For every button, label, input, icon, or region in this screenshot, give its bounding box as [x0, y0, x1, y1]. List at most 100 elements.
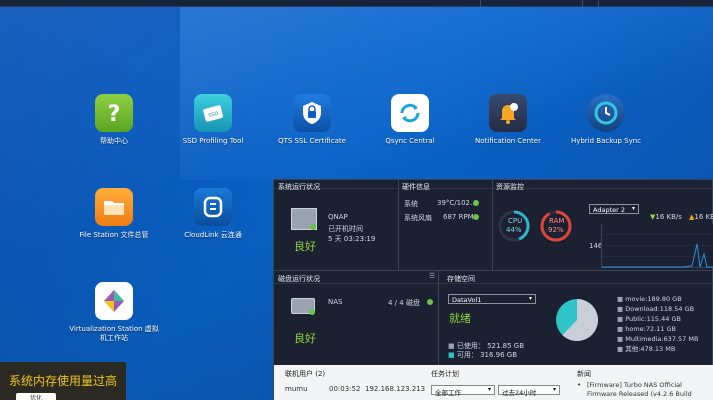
app-help-center[interactable]: ? 帮助中心: [66, 94, 162, 146]
top-taskbar: [0, 0, 713, 7]
legend-value: 478.13 MB: [640, 345, 676, 353]
svg-text:?: ?: [108, 102, 121, 127]
storage-legend-item: ■ 其他:478.13 MB: [617, 344, 698, 354]
legend-swatch: ■: [617, 335, 626, 343]
uptime-value: 5 天 03:23:19: [328, 235, 376, 243]
network-chart: [601, 224, 713, 268]
cpu-value: 44%: [506, 226, 522, 234]
system-status-value: 良好: [294, 240, 316, 253]
download-speed-value: 16 KB/s: [655, 213, 682, 221]
app-label: Virtualization Station 虚拟机工作站: [69, 325, 159, 342]
storage-legend-item: ■ Public:115.44 GB: [617, 314, 698, 324]
app-cloudlink[interactable]: CloudLink 云连通: [165, 188, 261, 240]
divider: [274, 270, 713, 271]
legend-swatch: ■: [617, 295, 626, 303]
app-qsync-central[interactable]: Qsync Central: [362, 94, 458, 146]
legend-name: movie:: [625, 295, 648, 303]
task-filter-select[interactable]: 全部工作: [431, 385, 495, 397]
taskbar-divider: [598, 0, 599, 7]
virtualization-station-icon: [95, 282, 133, 320]
hardware-title: 硬件信息: [402, 183, 430, 191]
uptime-label: 已开机时间: [328, 225, 363, 233]
app-label: QTS SSL Certificate: [278, 137, 346, 145]
legend-value: 115.44 GB: [646, 315, 681, 323]
storage-legend-item: ■ Download:118.54 GB: [617, 304, 698, 314]
list-icon[interactable]: ☰: [429, 272, 435, 280]
ok-check-icon: [310, 224, 316, 230]
system-status-title: 系统运行状况: [278, 183, 320, 191]
legend-swatch: ■: [617, 345, 626, 353]
news-item[interactable]: [Firmware] Turbo NAS Official Firmware R…: [587, 381, 707, 399]
storage-legend: ■ movie:189.80 GB ■ Download:118.54 GB ■ P…: [617, 294, 698, 354]
news-bullet: •: [577, 381, 582, 389]
used-label: 已使用：: [456, 342, 485, 350]
free-space: ■ 可用： 316.96 GB: [448, 351, 518, 359]
cloudlink-icon: [194, 188, 232, 226]
ok-check-icon: [473, 200, 479, 206]
app-virtualization-station[interactable]: Virtualization Station 虚拟机工作站: [66, 282, 162, 343]
download-speed: ▼16 KB/s: [650, 213, 682, 221]
ram-value: 92%: [548, 226, 564, 234]
disk-name: NAS: [328, 298, 343, 306]
news-title: 新闻: [577, 370, 591, 378]
cpu-label: CPU: [508, 217, 523, 225]
memory-warning-message: 系统内存使用量过高: [9, 374, 118, 388]
time-filter-select[interactable]: 过去24小时: [498, 385, 560, 397]
used-value: 521.85 GB: [487, 342, 525, 350]
storage-legend-item: ■ Multimedia:637.57 MB: [617, 334, 698, 344]
app-ssd-profiling[interactable]: SSD SSD Profiling Tool: [165, 94, 261, 146]
online-user-name: mumu: [285, 385, 308, 393]
wallpaper-highlight: [180, 0, 713, 180]
hybrid-backup-icon: [587, 94, 625, 132]
qsync-icon: [391, 94, 429, 132]
taskbar-divider: [582, 0, 583, 7]
app-label: File Station 文件总管: [79, 231, 149, 239]
ram-label: RAM: [549, 217, 565, 225]
legend-value: 637.57 MB: [663, 335, 699, 343]
divider: [438, 271, 439, 365]
legend-name: Public:: [625, 315, 647, 323]
divider: [492, 180, 493, 270]
legend-swatch: ■: [617, 325, 626, 333]
fan-label: 系统风扇: [404, 214, 432, 222]
ok-check-icon: [427, 299, 433, 305]
memory-warning-toast: 系统内存使用量过高 优化: [0, 362, 126, 400]
file-station-icon: [95, 188, 133, 226]
divider: [274, 283, 438, 284]
volume-status: 就绪: [449, 312, 471, 325]
adapter-select[interactable]: Adapter 2: [589, 204, 639, 214]
legend-name: Download:: [625, 305, 660, 313]
taskbar-divider: [480, 0, 481, 7]
app-hybrid-backup-sync[interactable]: Hybrid Backup Sync: [558, 94, 654, 146]
ok-check-icon: [473, 214, 479, 220]
dashboard-bottom: 联机用户 (2) mumu 00:03:52 192.168.123.213 任…: [274, 365, 713, 400]
help-center-icon: ?: [95, 94, 133, 132]
notification-center-icon: [489, 94, 527, 132]
optimize-button[interactable]: 优化: [16, 393, 56, 400]
online-user-time: 00:03:52: [329, 385, 361, 393]
free-label: 可用：: [456, 351, 478, 359]
ok-check-icon: [309, 309, 315, 315]
disk-status-value: 良好: [294, 332, 316, 345]
app-file-station[interactable]: File Station 文件总管: [66, 188, 162, 240]
divider: [274, 188, 713, 189]
app-label: CloudLink 云连通: [184, 231, 242, 239]
app-ssl-certificate[interactable]: QTS SSL Certificate: [264, 94, 360, 146]
upload-speed-value: 16 KB/s: [694, 213, 713, 221]
legend-value: 189.80 GB: [647, 295, 682, 303]
app-notification-center[interactable]: Notification Center: [460, 94, 556, 146]
legend-name: home:: [625, 325, 646, 333]
app-label: Hybrid Backup Sync: [570, 137, 642, 145]
disk-count: 4 / 4 磁盘: [388, 299, 420, 307]
volume-select[interactable]: DataVol1: [448, 294, 536, 304]
legend-swatch: ■: [617, 305, 626, 313]
divider: [398, 180, 399, 270]
network-traffic-line: [602, 243, 713, 268]
upload-speed: ▲16 KB/s: [689, 213, 713, 221]
free-value: 316.96 GB: [480, 351, 518, 359]
legend-name: Multimedia:: [625, 335, 664, 343]
system-name: QNAP: [328, 213, 348, 221]
ssd-profiling-icon: SSD: [194, 94, 232, 132]
online-users-title: 联机用户 (2): [285, 370, 326, 378]
app-label: Qsync Central: [385, 137, 435, 145]
